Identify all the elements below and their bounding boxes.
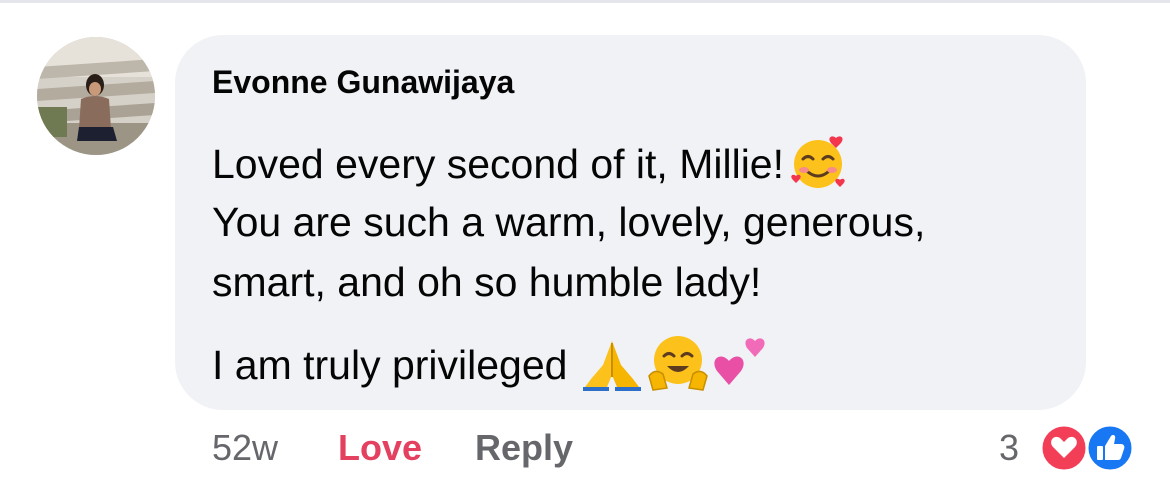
comment-line: smart, and oh so humble lady! — [212, 259, 762, 305]
comment-author[interactable]: Evonne Gunawijaya — [212, 64, 514, 101]
folded-hands-icon — [581, 335, 643, 401]
smiling-face-with-hearts-icon — [788, 132, 848, 202]
comment-line: You are such a warm, lovely, generous, — [212, 199, 926, 245]
reaction-count: 3 — [999, 427, 1020, 468]
reaction-summary[interactable]: 3 — [999, 421, 1139, 473]
two-hearts-icon — [709, 335, 769, 401]
like-reaction-icon — [1085, 423, 1135, 478]
comment-line: I am truly privileged — [212, 332, 769, 404]
love-reaction-icon — [1039, 423, 1089, 478]
love-reaction-button[interactable]: Love — [338, 427, 422, 469]
hugging-face-icon — [647, 332, 709, 404]
comment-timestamp[interactable]: 52w — [212, 427, 278, 469]
divider — [0, 0, 1170, 3]
reply-button[interactable]: Reply — [475, 427, 573, 469]
avatar[interactable] — [37, 37, 155, 155]
comment-line: Loved every second of it, Millie! — [212, 132, 848, 202]
